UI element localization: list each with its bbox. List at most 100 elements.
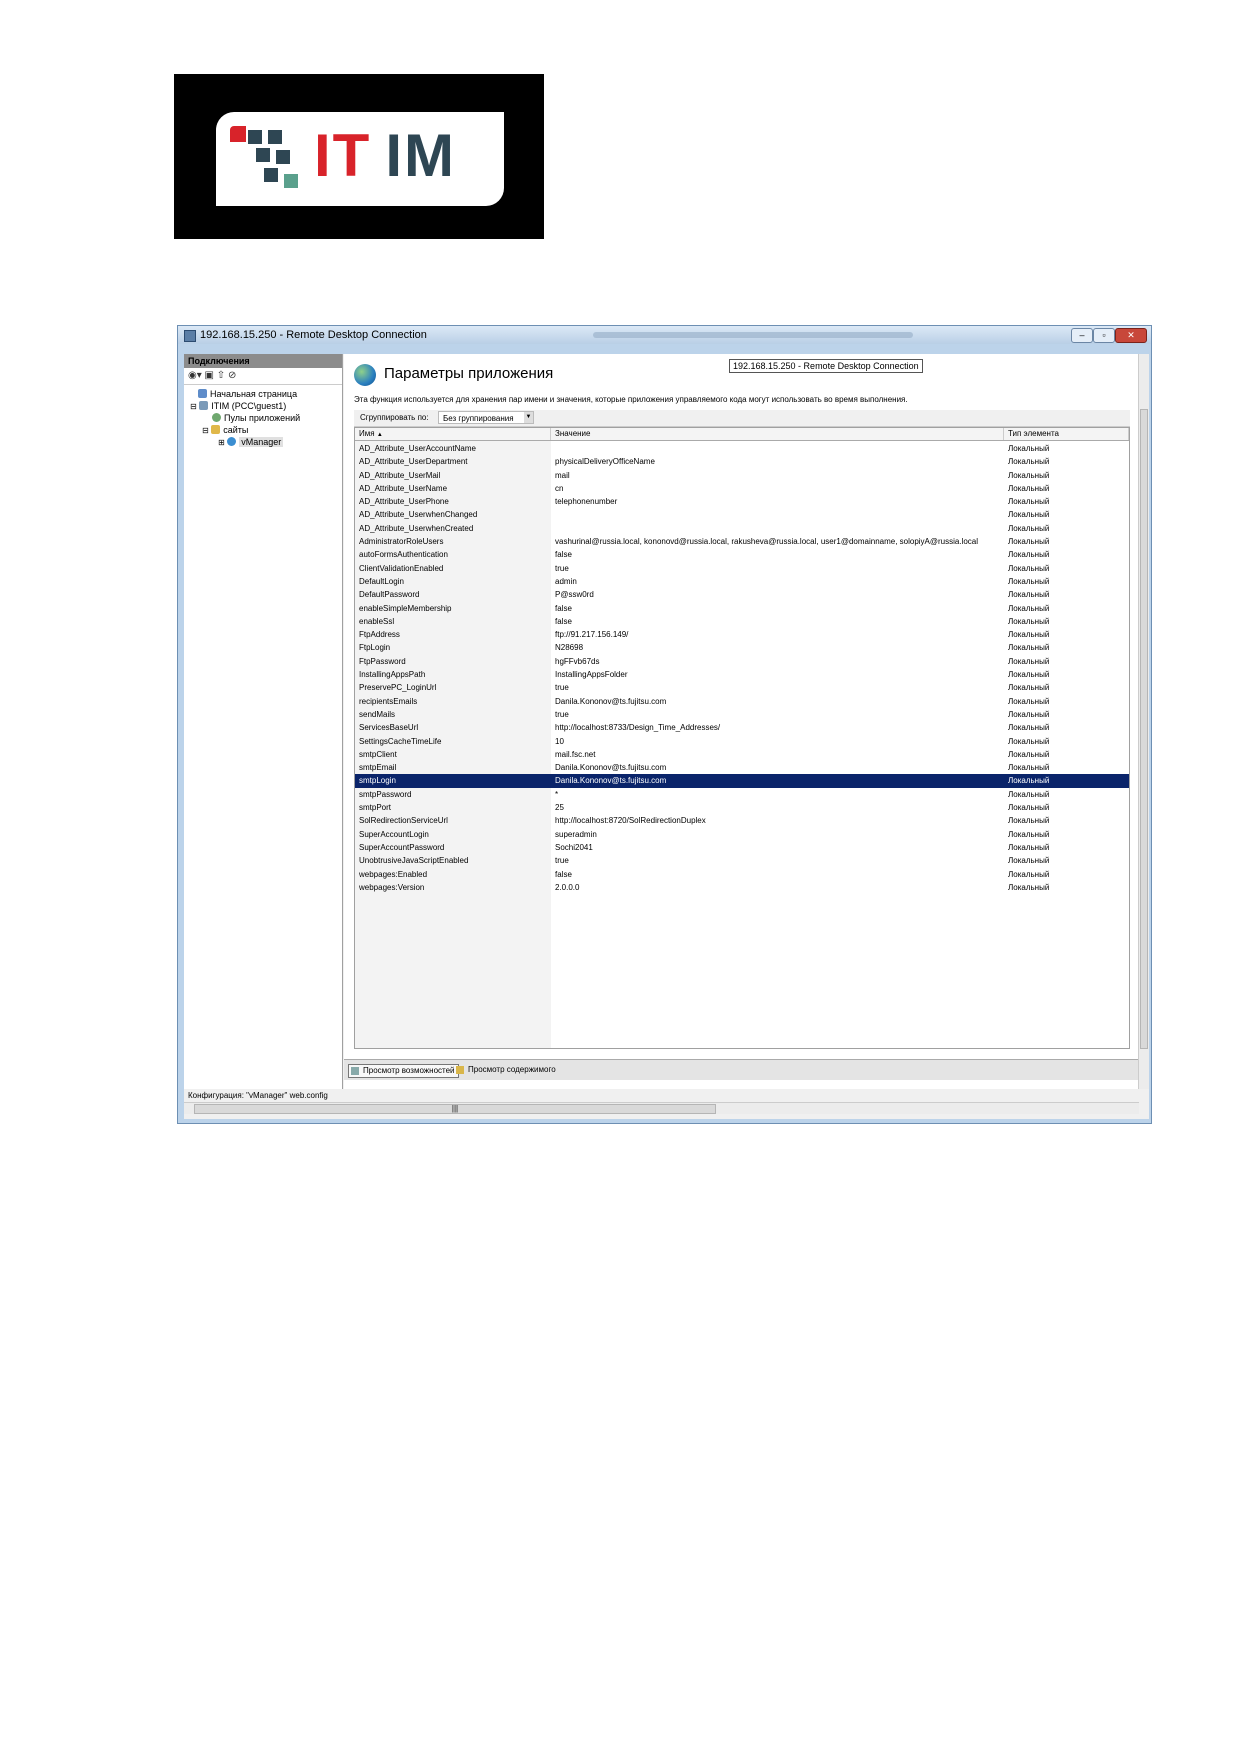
- window-titlebar: 192.168.15.250 - Remote Desktop Connecti…: [178, 326, 1151, 344]
- cell-value: telephonenumber: [555, 497, 618, 507]
- table-row[interactable]: SuperAccountPassword Sochi2041 Локальный: [355, 841, 1129, 854]
- table-row[interactable]: AD_Attribute_UserAccountName Локальный: [355, 442, 1129, 455]
- table-row[interactable]: smtpClient mail.fsc.net Локальный: [355, 748, 1129, 761]
- save-icon[interactable]: ▣: [205, 370, 214, 381]
- horizontal-scrollbar[interactable]: |||: [184, 1102, 1139, 1114]
- table-row[interactable]: InstallingAppsPath InstallingAppsFolder Ло…: [355, 668, 1129, 681]
- tree-item-vmanager[interactable]: ⊞ vManager: [218, 437, 284, 448]
- cell-type: Локальный: [1008, 470, 1050, 480]
- cell-type: Локальный: [1008, 590, 1050, 600]
- table-row[interactable]: AD_Attribute_UserPhone telephonenumber Лок…: [355, 495, 1129, 508]
- table-row[interactable]: DefaultPassword P@ssw0rd Локальный: [355, 588, 1129, 601]
- logo-square-dark: [276, 150, 290, 164]
- tab-label: Просмотр возможностей: [363, 1066, 455, 1075]
- cell-name: SolRedirectionServiceUrl: [359, 816, 448, 826]
- cell-name: FtpPassword: [359, 656, 406, 666]
- table-row[interactable]: AD_Attribute_UserwhenChanged Локальный: [355, 508, 1129, 521]
- table-row[interactable]: SettingsCacheTimeLife 10 Локальный: [355, 735, 1129, 748]
- table-row[interactable]: FtpAddress ftp://91.217.156.149/Локальный: [355, 628, 1129, 641]
- table-row[interactable]: AD_Attribute_UserDepartment physicalDeliv…: [355, 455, 1129, 468]
- tree-item-app-pools[interactable]: Пулы приложений: [212, 413, 300, 424]
- tab-features-view[interactable]: Просмотр возможностей: [348, 1064, 459, 1078]
- tab-content-view[interactable]: Просмотр содержимого: [454, 1064, 559, 1076]
- up-icon[interactable]: ⇧: [217, 370, 225, 381]
- table-row[interactable]: ServicesBaseUrl http://localhost:8733/Des…: [355, 721, 1129, 734]
- window-tooltip: 192.168.15.250 - Remote Desktop Connecti…: [729, 359, 923, 373]
- table-row[interactable]: smtpPassword * Локальный: [355, 788, 1129, 801]
- scrollbar-thumb[interactable]: |||: [194, 1104, 716, 1114]
- table-row[interactable]: PreservePC_LoginUrl true Локальный: [355, 681, 1129, 694]
- table-row[interactable]: AD_Attribute_UserMail mail Локальный: [355, 469, 1129, 482]
- minimize-button[interactable]: –: [1071, 328, 1093, 343]
- chevron-down-icon[interactable]: ▼: [524, 412, 533, 423]
- cell-value: admin: [555, 576, 577, 586]
- tree-item-start-page[interactable]: Начальная страница: [198, 389, 297, 400]
- cell-name: AD_Attribute_UserAccountName: [359, 444, 476, 453]
- cell-value: true: [555, 709, 569, 719]
- close-button[interactable]: ✕: [1115, 328, 1147, 343]
- table-row[interactable]: SuperAccountLogin superadmin Локальный: [355, 828, 1129, 841]
- tree-item-server[interactable]: ⊟ ITIM (PCC\guest1): [190, 401, 286, 412]
- cell-value: InstallingAppsFolder: [555, 670, 628, 680]
- collapse-icon[interactable]: ⊟: [190, 402, 197, 411]
- collapse-icon[interactable]: ⊟: [202, 426, 209, 435]
- cell-value: N28698: [555, 643, 584, 653]
- column-header-name[interactable]: Имя ▲: [355, 428, 551, 440]
- cell-name: InstallingAppsPath: [359, 670, 426, 680]
- expand-icon[interactable]: ⊞: [218, 438, 225, 447]
- restore-button[interactable]: ▫: [1093, 328, 1115, 343]
- cell-name: PreservePC_LoginUrl: [359, 683, 437, 693]
- vertical-scrollbar[interactable]: [1138, 354, 1149, 1089]
- table-row[interactable]: sendMails true Локальный: [355, 708, 1129, 721]
- cell-type: Локальный: [1008, 630, 1050, 640]
- cell-type: Локальный: [1008, 696, 1050, 706]
- table-row[interactable]: ClientValidationEnabled true Локальный: [355, 562, 1129, 575]
- table-row[interactable]: FtpLogin N28698 Локальный: [355, 641, 1129, 654]
- cell-value: Danila.Kononov@ts.fujitsu.com: [555, 763, 667, 773]
- cell-value: http://localhost:8733/Design_Time_Addres…: [555, 723, 721, 733]
- table-row[interactable]: smtpPort 25 Локальный: [355, 801, 1129, 814]
- connect-icon[interactable]: ◉▾: [188, 370, 202, 381]
- table-row[interactable]: DefaultLogin admin Локальный: [355, 575, 1129, 588]
- cell-name: SuperAccountLogin: [359, 829, 429, 839]
- table-header: Имя ▲ Значение Тип элемента: [355, 428, 1129, 441]
- scrollbar-thumb[interactable]: [1140, 409, 1148, 1049]
- group-by-select[interactable]: Без группирования ▼: [438, 411, 534, 424]
- remote-desktop-window: 192.168.15.250 - Remote Desktop Connecti…: [177, 325, 1152, 1124]
- table-row[interactable]: webpages:Version 2.0.0.0 Локальный: [355, 881, 1129, 894]
- table-row[interactable]: enableSimpleMembership false Локальный: [355, 602, 1129, 615]
- tree-item-sites[interactable]: ⊟ сайты: [202, 425, 248, 436]
- column-header-type[interactable]: Тип элемента: [1004, 428, 1129, 440]
- cell-value: *: [555, 789, 559, 799]
- table-row[interactable]: smtpEmail Danila.Kononov@ts.fujitsu.com Ло…: [355, 761, 1129, 774]
- table-row[interactable]: FtpPassword hgFFvb67ds Локальный: [355, 655, 1129, 668]
- disconnect-icon[interactable]: ⊘: [228, 370, 236, 381]
- connections-header: Подключения: [184, 354, 342, 368]
- cell-type: Локальный: [1008, 869, 1050, 879]
- cell-type: Локальный: [1008, 829, 1050, 839]
- cell-type: Локальный: [1008, 736, 1050, 746]
- cell-value: http://localhost:8720/SolRedirectionDupl…: [555, 816, 706, 826]
- cell-name: enableSsl: [359, 616, 395, 626]
- table-row[interactable]: enableSsl false Локальный: [355, 615, 1129, 628]
- settings-table: Имя ▲ Значение Тип элемента AD_Attribute…: [354, 427, 1130, 1049]
- cell-type: Локальный: [1008, 776, 1050, 786]
- table-row[interactable]: smtpLogin Danila.Kononov@ts.fujitsu.com Ло…: [355, 774, 1129, 788]
- table-row[interactable]: autoFormsAuthentication false Локальный: [355, 548, 1129, 561]
- table-row[interactable]: webpages:Enabled false Локальный: [355, 868, 1129, 881]
- cell-name: AdministratorRoleUsers: [359, 537, 444, 547]
- cell-name: FtpLogin: [359, 643, 391, 653]
- table-row[interactable]: AdministratorRoleUsers vashurinal@russia.…: [355, 535, 1129, 548]
- rdp-icon: [184, 330, 196, 342]
- cell-type: Локальный: [1008, 789, 1050, 799]
- logo-square-dark: [256, 148, 270, 162]
- table-row[interactable]: AD_Attribute_UserName cn Локальный: [355, 482, 1129, 495]
- table-row[interactable]: SolRedirectionServiceUrl http://localhost…: [355, 814, 1129, 827]
- table-row[interactable]: AD_Attribute_UserwhenCreated Локальный: [355, 522, 1129, 535]
- cell-type: Локальный: [1008, 803, 1050, 813]
- features-view-icon: [351, 1067, 359, 1075]
- cell-type: Локальный: [1008, 856, 1050, 866]
- table-row[interactable]: recipientsEmails Danila.Kononov@ts.fujits…: [355, 695, 1129, 708]
- table-row[interactable]: UnobtrusiveJavaScriptEnabled true Локальны…: [355, 854, 1129, 867]
- column-header-value[interactable]: Значение: [551, 428, 1004, 440]
